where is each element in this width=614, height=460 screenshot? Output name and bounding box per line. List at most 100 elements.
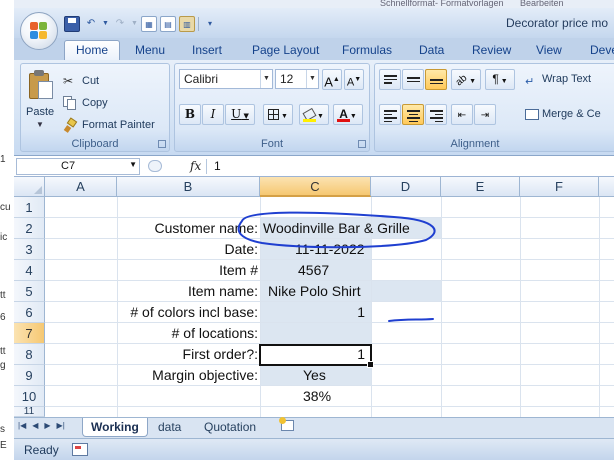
row-header-1[interactable]: 1: [14, 197, 45, 218]
tab-view[interactable]: View: [536, 41, 562, 60]
value-first-order[interactable]: Yes: [303, 365, 326, 386]
align-top-button[interactable]: [379, 69, 401, 90]
shrink-font-button[interactable]: A▼: [344, 69, 364, 90]
tab-page-layout[interactable]: Page Layout: [252, 41, 319, 60]
name-box[interactable]: C7 ▼: [16, 158, 140, 175]
formula-input[interactable]: 1: [214, 159, 221, 173]
paste-button[interactable]: Paste ▼: [21, 64, 59, 134]
value-margin-objective[interactable]: 38%: [303, 386, 331, 407]
tab-home[interactable]: Home: [64, 40, 121, 61]
row-header-5[interactable]: 5: [14, 281, 45, 302]
underline-button[interactable]: U ▼: [225, 104, 255, 125]
dialog-launcher-icon[interactable]: [358, 140, 366, 148]
insert-sheet-button[interactable]: [278, 417, 300, 437]
sheet-tab-data[interactable]: data: [150, 418, 189, 437]
font-color-button[interactable]: A ▼: [333, 104, 363, 125]
redo-dropdown-icon[interactable]: ▼: [131, 16, 138, 32]
customize-qat-icon[interactable]: ▾: [202, 16, 218, 32]
redo-icon[interactable]: ↷: [112, 16, 128, 32]
office-button[interactable]: [20, 12, 58, 50]
background-window-strip: Schnellformat- Formatvorlagen Bearbeiten: [0, 0, 614, 8]
tab-menu[interactable]: Menu: [135, 41, 165, 60]
spreadsheet-icon[interactable]: ▦: [141, 16, 157, 32]
column-header-d[interactable]: D: [371, 177, 441, 197]
value-item-name[interactable]: Nike Polo Shirt: [268, 281, 361, 302]
sheet-tab-working[interactable]: Working: [82, 418, 148, 437]
select-all-button[interactable]: [14, 177, 45, 197]
orientation-button[interactable]: ab ▼: [451, 69, 481, 90]
row-header-2[interactable]: 2: [14, 218, 45, 239]
wrap-text-button[interactable]: ↵ Wrap Text: [521, 69, 614, 90]
fill-color-button[interactable]: ▼: [299, 104, 329, 125]
tab-formulas[interactable]: Formulas: [342, 41, 392, 60]
print-preview-icon[interactable]: ▤: [160, 16, 176, 32]
column-header-partial[interactable]: [599, 177, 614, 197]
value-customer-name[interactable]: Woodinville Bar & Grille: [263, 218, 410, 239]
paste-icon: [29, 70, 55, 100]
value-locations[interactable]: 1: [261, 344, 365, 365]
tab-insert[interactable]: Insert: [192, 41, 222, 60]
scissors-icon: ✂: [63, 74, 74, 88]
align-middle-button[interactable]: [402, 69, 424, 90]
label-colors: # of colors incl base:: [130, 304, 258, 320]
cut-label: Cut: [82, 75, 100, 87]
first-sheet-icon[interactable]: |◀: [18, 421, 26, 430]
bold-label: B: [184, 107, 196, 121]
tab-developer[interactable]: Deve: [590, 41, 614, 60]
row-header-9[interactable]: 9: [14, 365, 45, 386]
row-header-3[interactable]: 3: [14, 239, 45, 260]
column-header-a[interactable]: A: [45, 177, 117, 197]
background-text: Schnellformat- Formatvorlagen: [380, 0, 504, 8]
undo-dropdown-icon[interactable]: ▼: [102, 16, 109, 32]
last-sheet-icon[interactable]: ▶|: [57, 421, 65, 430]
copy-button[interactable]: Copy: [63, 94, 108, 112]
format-painter-button[interactable]: Format Painter: [63, 116, 155, 134]
bold-button[interactable]: B: [179, 104, 201, 125]
save-icon[interactable]: [64, 16, 80, 32]
sheet-tab-quotation[interactable]: Quotation: [196, 418, 264, 437]
row-header-11[interactable]: 11: [14, 407, 45, 417]
value-date[interactable]: 11-11-2022: [295, 239, 365, 260]
column-header-e[interactable]: E: [441, 177, 520, 197]
prev-sheet-icon[interactable]: ◀: [32, 421, 38, 430]
align-bottom-button[interactable]: [425, 69, 447, 90]
font-name-combo[interactable]: Calibri ▼: [179, 69, 273, 89]
value-item-number[interactable]: 4567: [298, 260, 329, 281]
undo-icon[interactable]: ↶: [83, 16, 99, 32]
font-group-label: Font: [260, 138, 283, 150]
borders-button[interactable]: ▼: [263, 104, 293, 125]
format-icon[interactable]: ▥: [179, 16, 195, 32]
macro-record-icon[interactable]: [72, 443, 88, 456]
row-header-6[interactable]: 6: [14, 302, 45, 323]
column-header-c[interactable]: C: [260, 177, 371, 197]
tab-review[interactable]: Review: [472, 41, 511, 60]
cut-button[interactable]: ✂ Cut: [63, 72, 99, 90]
increase-indent-button[interactable]: ⇥: [474, 104, 496, 125]
row-header-4[interactable]: 4: [14, 260, 45, 281]
font-size-combo[interactable]: 12 ▼: [275, 69, 319, 89]
next-sheet-icon[interactable]: ▶: [44, 421, 50, 430]
font-name-value: Calibri: [184, 72, 219, 86]
italic-button[interactable]: I: [202, 104, 224, 125]
align-left-button[interactable]: [379, 104, 401, 125]
row-header-10[interactable]: 10: [14, 386, 45, 407]
merge-center-button[interactable]: Merge & Ce: [521, 104, 614, 125]
grow-font-button[interactable]: A▲: [322, 69, 342, 90]
row-header-7[interactable]: 7: [14, 323, 45, 344]
wrap-text-icon: ↵: [525, 76, 535, 88]
row-header-8[interactable]: 8: [14, 344, 45, 365]
align-right-button[interactable]: [425, 104, 447, 125]
name-box-value: C7: [61, 160, 76, 172]
column-header-b[interactable]: B: [117, 177, 260, 197]
insert-function-button[interactable]: fx: [190, 159, 201, 173]
decrease-indent-button[interactable]: ⇤: [451, 104, 473, 125]
column-header-f[interactable]: F: [520, 177, 599, 197]
align-center-button[interactable]: [402, 104, 424, 125]
dialog-launcher-icon[interactable]: [158, 140, 166, 148]
value-colors[interactable]: 1: [261, 302, 365, 323]
paragraph-direction-button[interactable]: ¶ ▼: [485, 69, 515, 90]
formula-bar-handle-icon[interactable]: [148, 160, 162, 172]
tab-data[interactable]: Data: [419, 41, 444, 60]
excel-window: ↶ ▼ ↷ ▼ ▦ ▤ ▥ ▾ Decorator price mo Home …: [14, 8, 614, 460]
grow-font-label: A: [324, 74, 333, 90]
